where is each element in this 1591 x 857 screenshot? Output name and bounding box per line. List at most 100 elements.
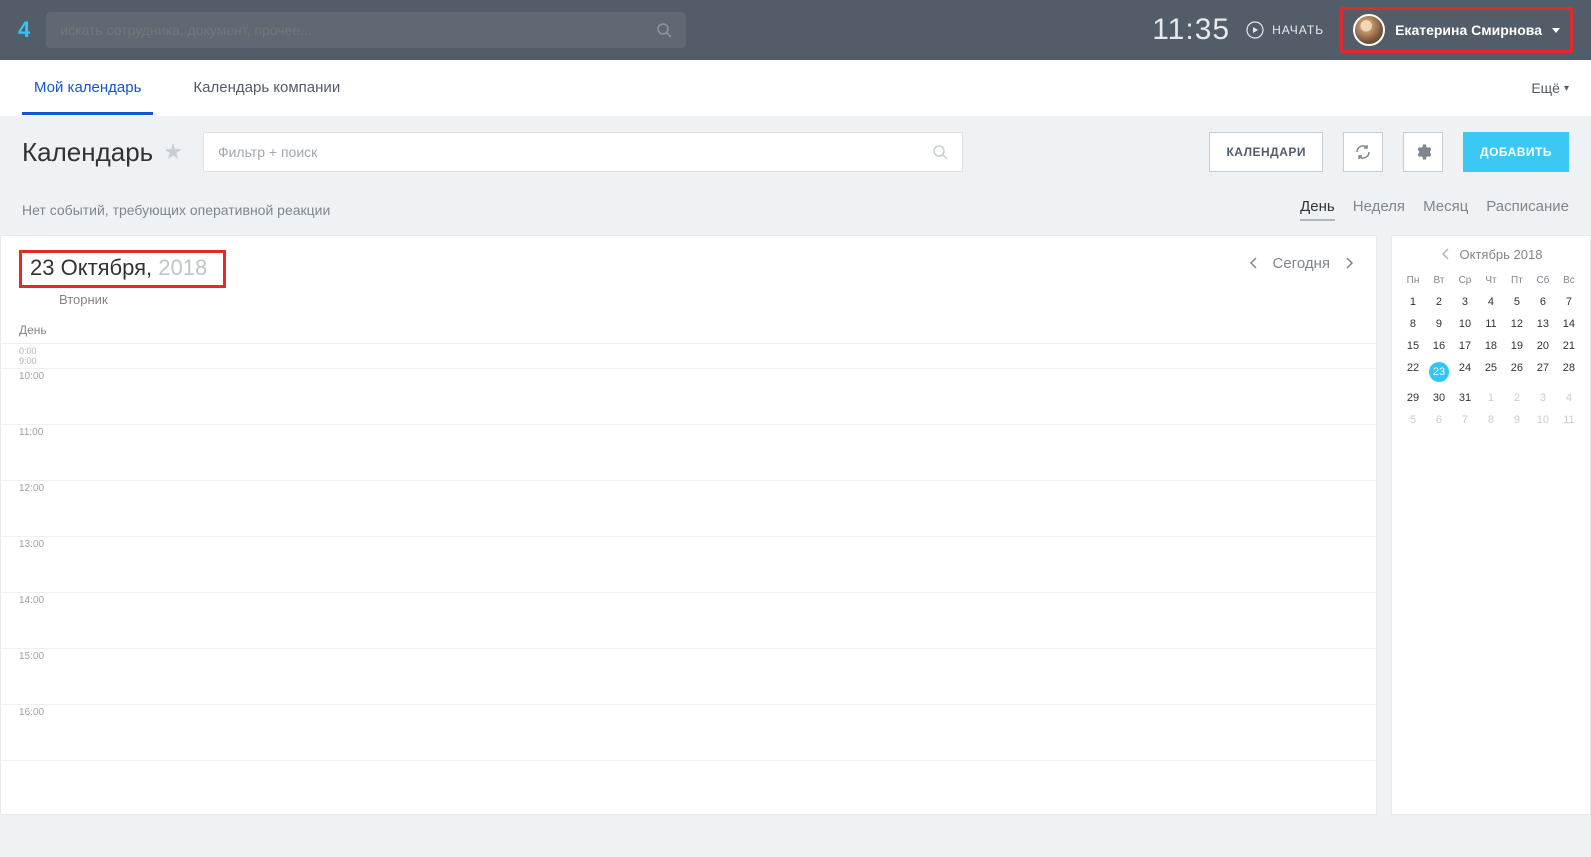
mini-day[interactable]: 25 [1478, 357, 1504, 387]
refresh-icon [1355, 144, 1371, 160]
mini-day[interactable]: 28 [1556, 357, 1582, 387]
mini-day[interactable]: 10 [1452, 313, 1478, 335]
mini-weekday: Чт [1478, 270, 1504, 291]
time-slot[interactable]: 14:00 [1, 593, 1376, 649]
mini-day[interactable]: 17 [1452, 335, 1478, 357]
chevron-down-icon: ▾ [1564, 83, 1569, 94]
time-slot[interactable]: 12:00 [1, 481, 1376, 537]
today-nav: Сегодня [1245, 252, 1359, 274]
mini-weekday: Вс [1556, 270, 1582, 291]
search-icon [932, 144, 948, 160]
view-tabs: День Неделя Месяц Расписание [1300, 198, 1569, 221]
time-slot[interactable]: 10:00 [1, 369, 1376, 425]
mini-day[interactable]: 9 [1504, 409, 1530, 431]
user-name: Екатерина Смирнова [1395, 22, 1542, 38]
mini-weekday: Пт [1504, 270, 1530, 291]
tab-0[interactable]: Мой календарь [22, 61, 153, 115]
current-date: 23 Октября, 2018 [19, 250, 226, 288]
user-menu[interactable]: Екатерина Смирнова [1340, 7, 1573, 53]
timeline[interactable]: 0:00 9:00 10:0011:0012:0013:0014:0015:00… [1, 344, 1376, 814]
next-day-button[interactable] [1340, 252, 1358, 274]
mini-day[interactable]: 27 [1530, 357, 1556, 387]
mini-day[interactable]: 15 [1400, 335, 1426, 357]
avatar [1353, 14, 1385, 46]
mini-day[interactable]: 6 [1426, 409, 1452, 431]
view-tab-Месяц[interactable]: Месяц [1423, 198, 1468, 221]
mini-day[interactable]: 13 [1530, 313, 1556, 335]
filter-search[interactable] [203, 132, 963, 172]
time-slot[interactable]: 13:00 [1, 537, 1376, 593]
play-icon [1246, 21, 1264, 39]
mini-weekday: Сб [1530, 270, 1556, 291]
mini-day[interactable]: 1 [1478, 387, 1504, 409]
mini-day[interactable]: 11 [1556, 409, 1582, 431]
date-main: 23 Октября, [30, 255, 152, 280]
more-label: Ещё [1531, 80, 1560, 96]
tabs-bar: Мой календарь Календарь компании Ещё ▾ [0, 60, 1591, 116]
mini-day[interactable]: 6 [1530, 291, 1556, 313]
no-events-text: Нет событий, требующих оперативной реакц… [22, 202, 330, 218]
mini-day[interactable]: 4 [1478, 291, 1504, 313]
view-tab-Неделя[interactable]: Неделя [1353, 198, 1405, 221]
mini-day[interactable]: 22 [1400, 357, 1426, 387]
date-year: 2018 [152, 255, 207, 280]
mini-day[interactable]: 21 [1556, 335, 1582, 357]
star-icon[interactable]: ★ [163, 139, 183, 165]
add-button[interactable]: ДОБАВИТЬ [1463, 132, 1569, 172]
mini-day[interactable]: 29 [1400, 387, 1426, 409]
mini-day[interactable]: 5 [1400, 409, 1426, 431]
settings-button[interactable] [1403, 132, 1443, 172]
mini-day[interactable]: 2 [1504, 387, 1530, 409]
mini-day[interactable]: 14 [1556, 313, 1582, 335]
prev-month-button[interactable] [1440, 246, 1452, 262]
mini-day[interactable]: 3 [1452, 291, 1478, 313]
time-slot[interactable]: 15:00 [1, 649, 1376, 705]
mini-day[interactable]: 7 [1452, 409, 1478, 431]
mini-day[interactable]: 30 [1426, 387, 1452, 409]
mini-day[interactable]: 24 [1452, 357, 1478, 387]
mini-month-title: Октябрь 2018 [1460, 247, 1543, 262]
time-slot[interactable]: 11:00 [1, 425, 1376, 481]
mini-day[interactable]: 3 [1530, 387, 1556, 409]
mini-day[interactable]: 9 [1426, 313, 1452, 335]
mini-day[interactable]: 2 [1426, 291, 1452, 313]
global-search[interactable] [46, 12, 686, 48]
start-button[interactable]: НАЧАТЬ [1246, 21, 1324, 39]
mini-day[interactable]: 20 [1530, 335, 1556, 357]
filter-input[interactable] [218, 144, 932, 160]
mini-weekday: Вт [1426, 270, 1452, 291]
today-button[interactable]: Сегодня [1273, 255, 1331, 272]
mini-day[interactable]: 18 [1478, 335, 1504, 357]
mini-day[interactable]: 8 [1478, 409, 1504, 431]
mini-day[interactable]: 31 [1452, 387, 1478, 409]
topbar: 4 11:35 НАЧАТЬ Екатерина Смирнова [0, 0, 1591, 60]
calendars-button[interactable]: КАЛЕНДАРИ [1209, 132, 1323, 172]
logo: 4 [18, 17, 30, 43]
chevron-down-icon [1552, 28, 1560, 33]
global-search-input[interactable] [60, 22, 656, 38]
time-slot[interactable]: 16:00 [1, 705, 1376, 761]
mini-day[interactable]: 4 [1556, 387, 1582, 409]
mini-day[interactable]: 5 [1504, 291, 1530, 313]
view-tab-День[interactable]: День [1300, 198, 1335, 221]
mini-day[interactable]: 12 [1504, 313, 1530, 335]
mini-day[interactable]: 26 [1504, 357, 1530, 387]
mini-day[interactable]: 23 [1426, 357, 1452, 387]
gear-icon [1415, 144, 1431, 160]
tab-1[interactable]: Календарь компании [181, 61, 352, 115]
page-title-text: Календарь [22, 137, 153, 168]
mini-weekday: Ср [1452, 270, 1478, 291]
mini-day[interactable]: 16 [1426, 335, 1452, 357]
header-row: Календарь ★ КАЛЕНДАРИ ДОБАВИТЬ [0, 116, 1591, 188]
mini-day[interactable]: 11 [1478, 313, 1504, 335]
mini-day[interactable]: 10 [1530, 409, 1556, 431]
mini-day[interactable]: 8 [1400, 313, 1426, 335]
day-label: День [1, 317, 1376, 344]
prev-day-button[interactable] [1245, 252, 1263, 274]
mini-day[interactable]: 7 [1556, 291, 1582, 313]
mini-day[interactable]: 1 [1400, 291, 1426, 313]
more-menu[interactable]: Ещё ▾ [1531, 80, 1569, 96]
view-tab-Расписание[interactable]: Расписание [1486, 198, 1569, 221]
refresh-button[interactable] [1343, 132, 1383, 172]
mini-day[interactable]: 19 [1504, 335, 1530, 357]
